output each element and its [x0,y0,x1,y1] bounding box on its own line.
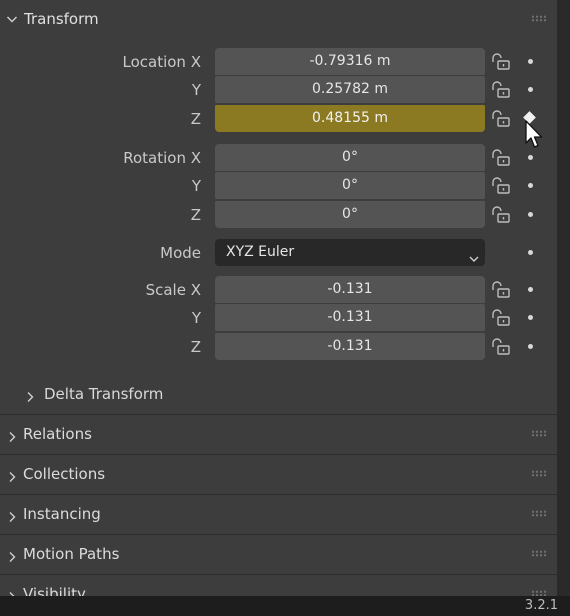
scale-z-label: Z [190,338,201,356]
location-x-row: Location X -0.79316 m [0,48,557,76]
chevron-right-icon [6,508,18,522]
keyframe-dot-icon[interactable] [528,59,533,64]
collections-panel-header[interactable]: Collections [0,454,557,493]
location-z-field[interactable]: 0.48155 m [215,105,485,132]
location-x-label: Location X [122,53,202,71]
rotation-mode-value: XYZ Euler [226,244,295,260]
lock-icon[interactable] [490,149,512,167]
instancing-panel-header[interactable]: Instancing [0,494,557,533]
location-y-field[interactable]: 0.25782 m [215,76,485,103]
motion-paths-panel-header[interactable]: Motion Paths [0,534,557,573]
rotation-x-label: Rotation X [123,149,201,167]
location-x-field[interactable]: -0.79316 m [215,48,485,75]
rotation-z-label: Z [190,206,201,224]
chevron-right-icon [6,468,18,482]
drag-grip-icon[interactable] [531,550,547,557]
location-z-label: Z [190,110,201,128]
drag-grip-icon[interactable] [531,430,547,437]
scale-x-row: Scale X -0.131 [0,276,557,304]
relations-panel-title: Relations [23,425,92,443]
keyframe-dot-icon[interactable] [528,287,533,292]
lock-icon[interactable] [490,309,512,327]
rotation-z-field[interactable]: 0° [215,201,485,228]
lock-icon[interactable] [490,53,512,71]
chevron-down-icon [6,13,18,25]
lock-icon[interactable] [490,110,512,128]
lock-icon[interactable] [490,206,512,224]
drag-grip-icon[interactable] [531,470,547,477]
scale-y-field[interactable]: -0.131 [215,304,485,331]
chevron-right-icon [24,388,36,402]
scale-y-row: Y -0.131 [0,304,557,332]
rotation-y-row: Y 0° [0,172,557,200]
keyframe-dot-icon[interactable] [528,87,533,92]
location-z-row: Z 0.48155 m [0,105,557,133]
delta-transform-title: Delta Transform [44,385,164,403]
keyframe-dot-icon[interactable] [528,344,533,349]
lock-icon[interactable] [490,281,512,299]
collections-panel-title: Collections [23,465,106,483]
visibility-panel-header[interactable]: Visibility [0,574,557,596]
keyframe-dot-icon[interactable] [528,250,533,255]
transform-panel-header[interactable]: Transform [0,0,557,38]
location-y-row: Y 0.25782 m [0,76,557,104]
scale-y-label: Y [191,309,201,327]
instancing-panel-title: Instancing [23,505,101,523]
rotation-mode-label: Mode [160,244,201,262]
location-y-label: Y [191,81,201,99]
scale-x-label: Scale X [145,281,201,299]
keyframe-dot-icon[interactable] [528,155,533,160]
rotation-y-label: Y [191,177,201,195]
rotation-z-row: Z 0° [0,201,557,229]
chevron-right-icon [6,588,18,596]
status-bar: 3.2.1 [0,596,570,616]
version-label: 3.2.1 [524,598,558,613]
drag-grip-icon[interactable] [531,510,547,517]
keyframe-dot-icon[interactable] [528,183,533,188]
scale-x-field[interactable]: -0.131 [215,276,485,303]
chevron-right-icon [6,428,18,442]
scale-z-row: Z -0.131 [0,333,557,361]
relations-panel-header[interactable]: Relations [0,414,557,453]
scale-z-field[interactable]: -0.131 [215,333,485,360]
scrollbar[interactable] [557,0,570,596]
rotation-mode-dropdown[interactable]: XYZ Euler [215,239,485,266]
drag-grip-icon[interactable] [531,15,547,22]
lock-icon[interactable] [490,177,512,195]
visibility-panel-title: Visibility [23,585,86,596]
transform-panel-title: Transform [24,10,99,28]
motion-paths-panel-title: Motion Paths [23,545,120,563]
chevron-right-icon [6,548,18,562]
rotation-x-row: Rotation X 0° [0,144,557,172]
keyframe-dot-icon[interactable] [528,212,533,217]
rotation-y-field[interactable]: 0° [215,172,485,199]
keyframe-dot-icon[interactable] [528,315,533,320]
delta-transform-header[interactable]: Delta Transform [0,376,557,412]
rotation-x-field[interactable]: 0° [215,144,485,171]
rotation-mode-row: Mode XYZ Euler [0,239,557,267]
mouse-cursor-icon [525,120,543,148]
properties-panel: Transform Location X -0.79316 m Y 0.2578… [0,0,557,596]
lock-icon[interactable] [490,338,512,356]
chevron-down-icon [469,248,479,262]
lock-icon[interactable] [490,81,512,99]
